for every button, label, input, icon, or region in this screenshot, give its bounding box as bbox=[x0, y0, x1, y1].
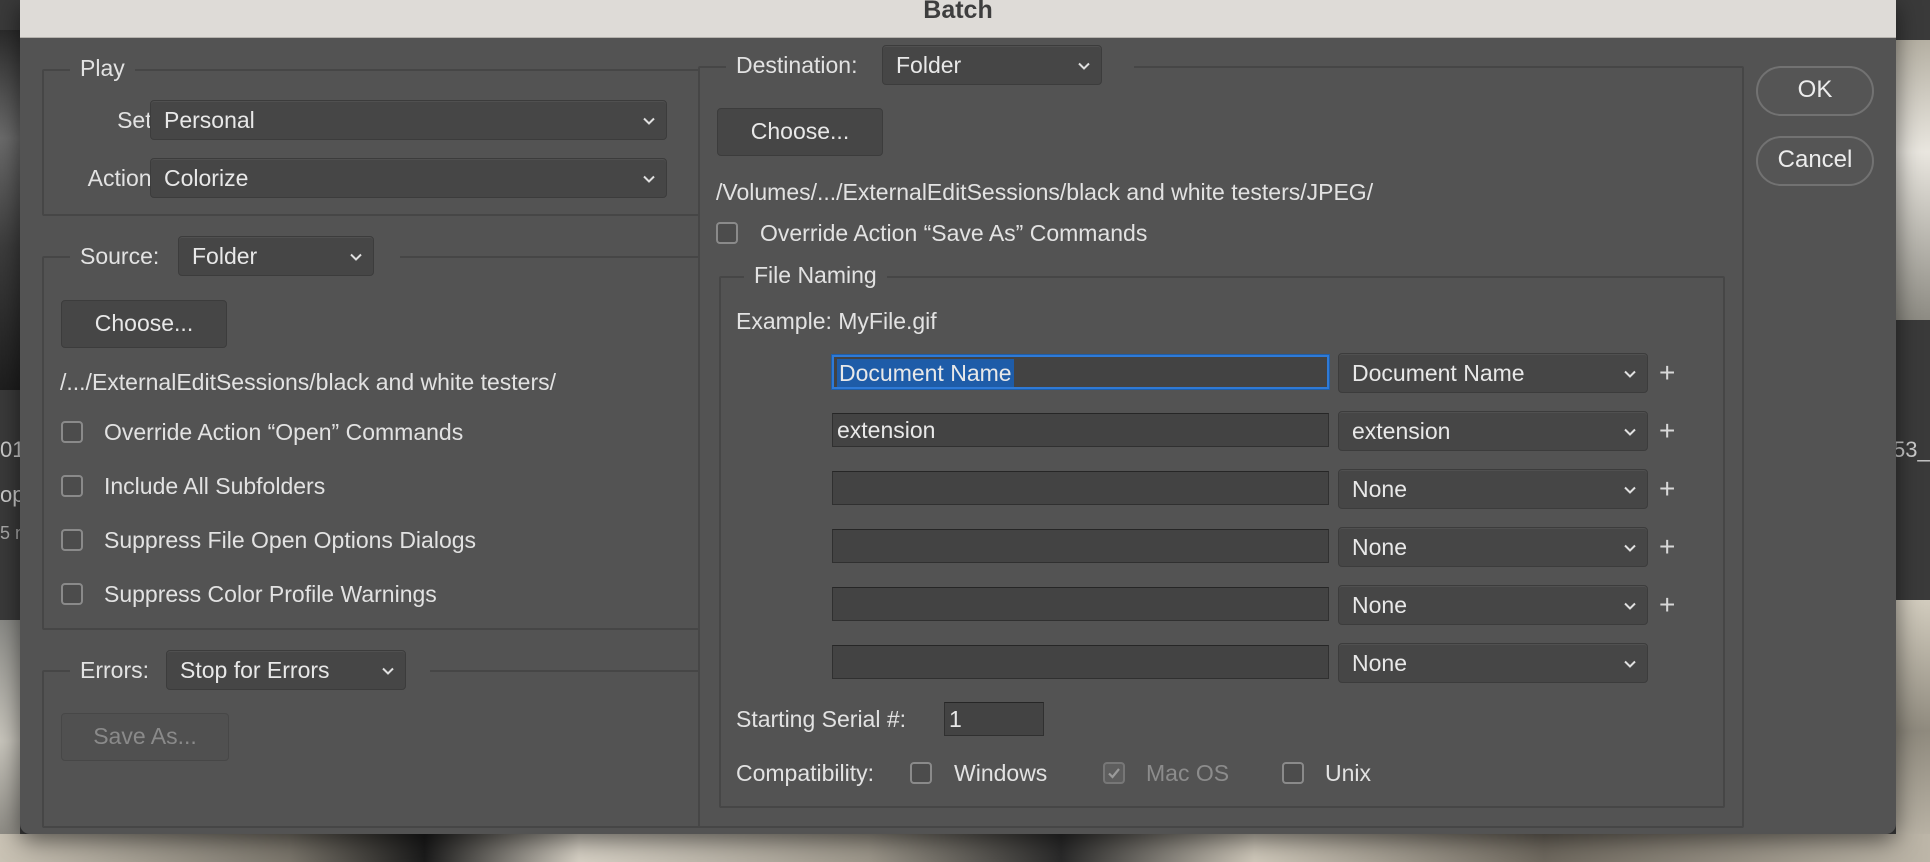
compat-macos-checkbox[interactable] bbox=[1103, 762, 1125, 784]
naming-select-4-value: None bbox=[1352, 534, 1407, 560]
batch-dialog: Batch Play Set: Personal Action: Coloriz… bbox=[20, 0, 1896, 834]
naming-select-2-value: extension bbox=[1352, 418, 1451, 444]
compatibility-label: Compatibility: bbox=[736, 760, 875, 786]
add-row-button[interactable]: + bbox=[1659, 533, 1675, 561]
action-select[interactable]: Colorize bbox=[150, 158, 667, 198]
naming-select-5[interactable]: None bbox=[1338, 585, 1648, 625]
chevron-down-icon bbox=[350, 253, 362, 261]
file-naming-legend: File Naming bbox=[744, 261, 887, 289]
destination-choose-button[interactable]: Choose... bbox=[717, 108, 883, 156]
errors-select[interactable]: Stop for Errors bbox=[166, 650, 406, 690]
destination-path: /Volumes/.../ExternalEditSessions/black … bbox=[716, 179, 1374, 205]
set-select-value: Personal bbox=[164, 107, 255, 133]
naming-text-field-2-value: extension bbox=[837, 417, 936, 443]
file-naming-example: Example: MyFile.gif bbox=[736, 308, 937, 334]
checkmark-icon bbox=[1108, 768, 1120, 779]
starting-serial-field[interactable]: 1 bbox=[944, 702, 1044, 736]
naming-text-field-2[interactable]: extension bbox=[832, 413, 1329, 447]
suppress-open-options-checkbox[interactable] bbox=[61, 529, 83, 551]
add-row-button[interactable]: + bbox=[1659, 359, 1675, 387]
chevron-down-icon bbox=[643, 175, 655, 183]
chevron-down-icon bbox=[1624, 660, 1636, 668]
add-row-button[interactable]: + bbox=[1659, 417, 1675, 445]
naming-text-field-5[interactable] bbox=[832, 587, 1329, 621]
naming-select-4[interactable]: None bbox=[1338, 527, 1648, 567]
play-legend: Play bbox=[70, 54, 135, 82]
background-photo-strip-left bbox=[0, 30, 20, 390]
naming-text-field-1-value: Document Name bbox=[837, 359, 1014, 387]
set-select[interactable]: Personal bbox=[150, 100, 667, 140]
source-label: Source: bbox=[80, 243, 160, 269]
naming-select-6-value: None bbox=[1352, 650, 1407, 676]
chevron-down-icon bbox=[1624, 602, 1636, 610]
destination-select[interactable]: Folder bbox=[882, 45, 1102, 85]
override-save-as-checkbox[interactable] bbox=[716, 222, 738, 244]
naming-select-1-value: Document Name bbox=[1352, 360, 1525, 386]
naming-text-field-3[interactable] bbox=[832, 471, 1329, 505]
naming-select-3[interactable]: None bbox=[1338, 469, 1648, 509]
dialog-title: Batch bbox=[923, 0, 993, 24]
background-photo-strip-bottom bbox=[0, 834, 1930, 862]
save-as-button[interactable]: Save As... bbox=[61, 713, 229, 761]
cancel-button[interactable]: Cancel bbox=[1756, 136, 1874, 186]
ok-button[interactable]: OK bbox=[1756, 66, 1874, 116]
background-fragment-text: 53_ bbox=[1893, 437, 1930, 462]
suppress-open-options-label: Suppress File Open Options Dialogs bbox=[104, 527, 477, 553]
naming-text-field-4[interactable] bbox=[832, 529, 1329, 563]
compat-windows-checkbox[interactable] bbox=[910, 762, 932, 784]
source-select-value: Folder bbox=[192, 243, 258, 269]
suppress-color-profile-checkbox[interactable] bbox=[61, 583, 83, 605]
action-select-value: Colorize bbox=[164, 165, 249, 191]
background-photo-strip-right bbox=[1896, 40, 1930, 320]
chevron-down-icon bbox=[1624, 544, 1636, 552]
background-photo-strip-right-bottom bbox=[1896, 600, 1930, 862]
naming-select-2[interactable]: extension bbox=[1338, 411, 1648, 451]
compat-unix-label: Unix bbox=[1325, 760, 1372, 786]
compat-macos-label: Mac OS bbox=[1146, 760, 1230, 786]
chevron-down-icon bbox=[1624, 428, 1636, 436]
naming-select-1[interactable]: Document Name bbox=[1338, 353, 1648, 393]
chevron-down-icon bbox=[1078, 62, 1090, 70]
chevron-down-icon bbox=[643, 117, 655, 125]
chevron-down-icon bbox=[382, 667, 394, 675]
compat-windows-label: Windows bbox=[954, 760, 1048, 786]
set-label: Set: bbox=[117, 107, 158, 133]
override-save-as-label: Override Action “Save As” Commands bbox=[760, 220, 1148, 246]
override-open-checkbox[interactable] bbox=[61, 421, 83, 443]
starting-serial-value: 1 bbox=[949, 706, 962, 732]
errors-label: Errors: bbox=[80, 657, 149, 683]
chevron-down-icon bbox=[1624, 486, 1636, 494]
source-choose-button[interactable]: Choose... bbox=[61, 300, 227, 348]
add-row-button[interactable]: + bbox=[1659, 591, 1675, 619]
dialog-titlebar: Batch bbox=[20, 0, 1896, 38]
chevron-down-icon bbox=[1624, 370, 1636, 378]
source-path: /.../ExternalEditSessions/black and whit… bbox=[60, 369, 557, 395]
source-select[interactable]: Folder bbox=[178, 236, 374, 276]
compat-unix-checkbox[interactable] bbox=[1282, 762, 1304, 784]
naming-select-6[interactable]: None bbox=[1338, 643, 1648, 683]
include-subfolders-checkbox[interactable] bbox=[61, 475, 83, 497]
errors-select-value: Stop for Errors bbox=[180, 657, 330, 683]
naming-select-5-value: None bbox=[1352, 592, 1407, 618]
background-photo-strip-left-bottom bbox=[0, 620, 20, 862]
add-row-button[interactable]: + bbox=[1659, 475, 1675, 503]
override-open-label: Override Action “Open” Commands bbox=[104, 419, 464, 445]
destination-label: Destination: bbox=[736, 52, 858, 78]
action-label: Action: bbox=[87, 165, 158, 191]
naming-text-field-1[interactable]: Document Name bbox=[832, 355, 1329, 389]
suppress-color-profile-label: Suppress Color Profile Warnings bbox=[104, 581, 437, 607]
destination-select-value: Folder bbox=[896, 52, 962, 78]
starting-serial-label: Starting Serial #: bbox=[736, 706, 907, 732]
include-subfolders-label: Include All Subfolders bbox=[104, 473, 326, 499]
naming-text-field-6[interactable] bbox=[832, 645, 1329, 679]
naming-select-3-value: None bbox=[1352, 476, 1407, 502]
